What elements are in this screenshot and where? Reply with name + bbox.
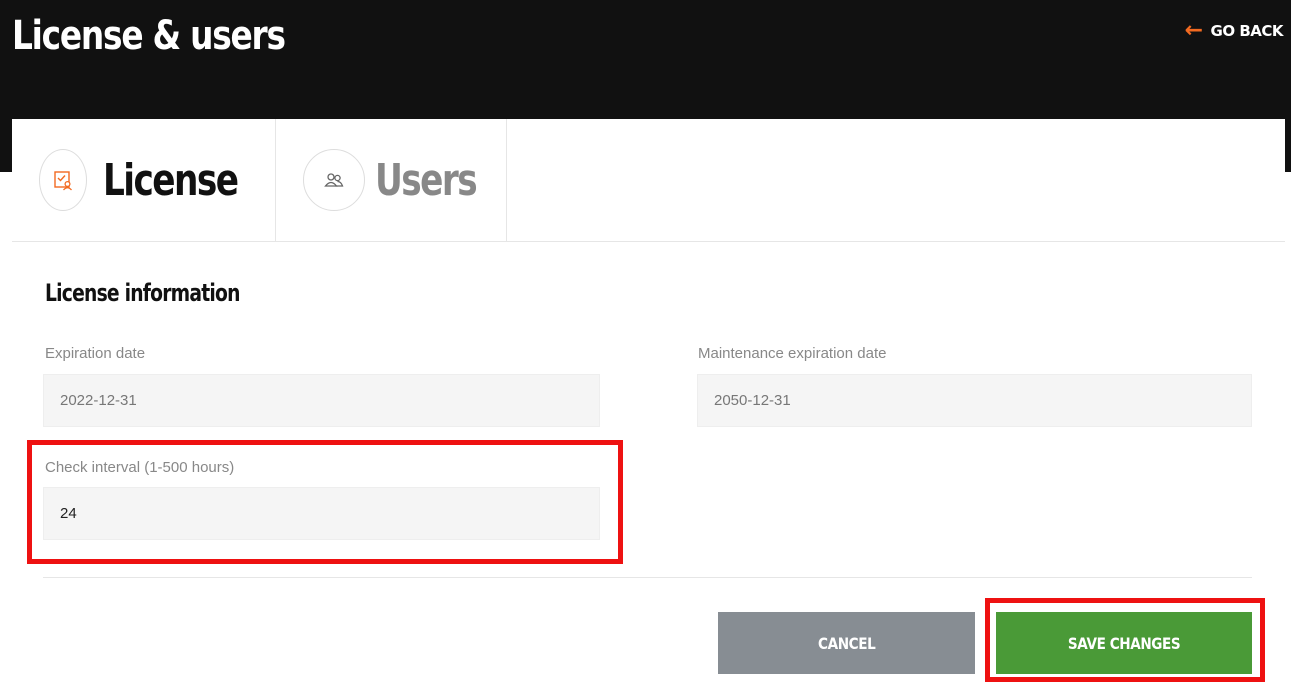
license-icon bbox=[54, 171, 72, 191]
divider bbox=[43, 577, 1252, 578]
go-back-label: GO BACK bbox=[1210, 22, 1284, 40]
users-icon bbox=[324, 173, 344, 187]
tab-users[interactable]: Users bbox=[275, 119, 507, 241]
page-title: License & users bbox=[12, 13, 286, 59]
tab-license[interactable]: License bbox=[12, 119, 275, 241]
maintenance-expiration-field: 2050-12-31 bbox=[697, 374, 1252, 427]
check-interval-input[interactable]: 24 bbox=[43, 487, 600, 540]
license-card: License Users License information Expira… bbox=[12, 119, 1285, 682]
cancel-button[interactable]: CANCEL bbox=[718, 612, 975, 674]
tab-users-label: Users bbox=[375, 154, 478, 206]
license-icon-circle bbox=[39, 149, 87, 211]
check-interval-label: Check interval (1-500 hours) bbox=[45, 459, 235, 476]
users-icon-circle bbox=[303, 149, 365, 211]
expiration-date-label: Expiration date bbox=[45, 345, 146, 362]
tab-license-label: License bbox=[102, 154, 239, 206]
save-changes-button[interactable]: SAVE CHANGES bbox=[996, 612, 1252, 674]
expiration-date-field: 2022-12-31 bbox=[43, 374, 600, 427]
tab-bar: License Users bbox=[12, 119, 1285, 242]
section-title: License information bbox=[45, 279, 240, 307]
cancel-label: CANCEL bbox=[817, 633, 876, 653]
save-changes-label: SAVE CHANGES bbox=[1067, 633, 1181, 653]
maintenance-expiration-label: Maintenance expiration date bbox=[698, 345, 887, 362]
arrow-left-icon: ← bbox=[1184, 18, 1203, 43]
go-back-link[interactable]: ← GO BACK bbox=[1184, 18, 1284, 43]
